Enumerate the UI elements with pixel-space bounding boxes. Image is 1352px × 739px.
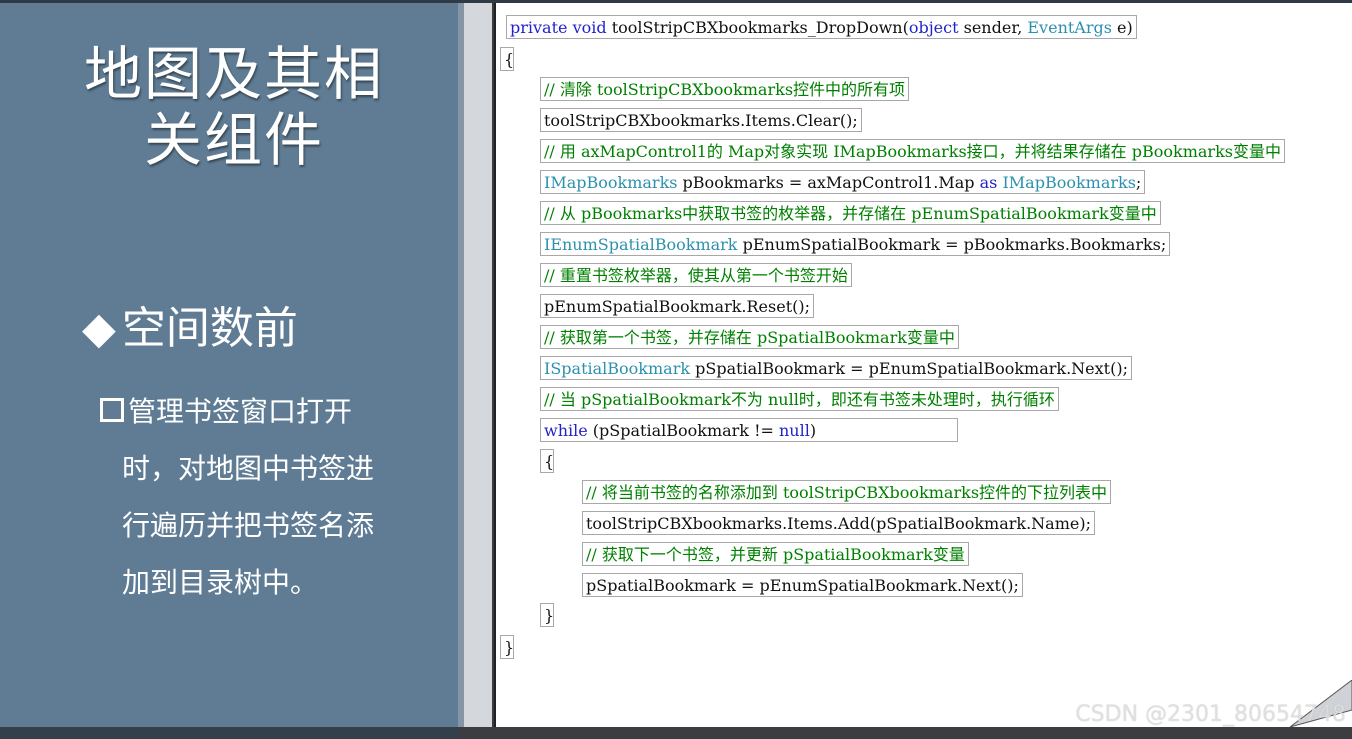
code-statement: pSpatialBookmark = pEnumSpatialBookmark.…	[582, 573, 1023, 597]
code-comment: // 将当前书签的名称添加到 toolStripCBXbookmarks控件的下…	[582, 480, 1112, 504]
code-keyword: null	[779, 421, 810, 440]
section-title: 空间数前	[121, 303, 298, 354]
code-close-brace: }	[500, 635, 514, 659]
bullet-line-1: 管理书签窗口打开	[100, 383, 420, 440]
bullet-line-3: 行遍历并把书签名添	[122, 509, 375, 542]
code-statement: toolStripCBXbookmarks.Items.Clear();	[540, 108, 862, 132]
code-text: )	[809, 421, 817, 440]
code-open-brace: {	[500, 47, 514, 71]
bullet-line-4: 加到目录树中。	[122, 566, 319, 599]
code-statement: IMapBookmarks pBookmarks = axMapControl1…	[540, 170, 1146, 194]
code-comment: // 清除 toolStripCBXbookmarks控件中的所有项	[540, 77, 910, 101]
code-while-statement: while (pSpatialBookmark != null)	[540, 418, 958, 442]
code-keyword: private	[510, 18, 568, 37]
code-statement: ISpatialBookmark pSpatialBookmark = pEnu…	[540, 356, 1132, 380]
code-comment: // 获取下一个书签，并更新 pSpatialBookmark变量	[582, 542, 969, 566]
code-type: IEnumSpatialBookmark	[544, 235, 738, 254]
code-type: EventArgs	[1027, 18, 1112, 37]
code-param-end: e)	[1111, 18, 1133, 37]
code-text: pSpatialBookmark = pEnumSpatialBookmark.…	[690, 359, 1128, 378]
code-text: ;	[1135, 173, 1142, 192]
bullet-line-2: 时，对地图中书签进	[122, 452, 375, 485]
code-statement: pEnumSpatialBookmark.Reset();	[540, 294, 815, 318]
code-comment: // 当 pSpatialBookmark不为 null时，即还有书签未处理时，…	[540, 387, 1059, 411]
code-text: pBookmarks = axMapControl1.Map	[677, 173, 980, 192]
slide-title-line1: 地图及其相	[83, 40, 384, 108]
bullet-paragraph: 管理书签窗口打开 时，对地图中书签进 行遍历并把书签名添 加到目录树中。	[100, 383, 420, 611]
code-type: ISpatialBookmark	[544, 359, 691, 378]
slide-title: 地图及其相 关组件	[54, 41, 414, 173]
slide-title-line2: 关组件	[143, 106, 324, 174]
code-statement: toolStripCBXbookmarks.Items.Add(pSpatial…	[582, 511, 1095, 535]
code-param: sender,	[958, 18, 1028, 37]
code-keyword: object	[908, 18, 959, 37]
code-keyword: void	[572, 18, 607, 37]
code-screenshot: private void toolStripCBXbookmarks_DropD…	[494, 3, 1352, 727]
diamond-bullet-icon: ◆	[82, 303, 116, 354]
code-text: (pSpatialBookmark !=	[587, 421, 779, 440]
code-method-signature: private void toolStripCBXbookmarks_DropD…	[506, 15, 1137, 39]
code-comment: // 从 pBookmarks中获取书签的枚举器，并存储在 pEnumSpati…	[540, 201, 1161, 225]
code-keyword: while	[544, 421, 588, 440]
bullet-line-1-text: 管理书签窗口打开	[128, 395, 353, 428]
code-comment: // 获取第一个书签，并存储在 pSpatialBookmark变量中	[540, 325, 959, 349]
code-text: pEnumSpatialBookmark = pBookmarks.Bookma…	[737, 235, 1167, 254]
square-bullet-icon	[100, 398, 124, 422]
code-comment: // 重置书签枚举器，使其从第一个书签开始	[540, 263, 852, 287]
code-gutter	[464, 3, 492, 727]
code-keyword: as	[979, 173, 998, 192]
code-statement: IEnumSpatialBookmark pEnumSpatialBookmar…	[540, 232, 1171, 256]
watermark-text: CSDN @2301_80654748	[1075, 702, 1346, 727]
code-type: IMapBookmarks	[1002, 173, 1136, 192]
code-comment: // 用 axMapControl1的 Map对象实现 IMapBookmark…	[540, 139, 1285, 163]
section-heading: ◆ 空间数前	[82, 299, 298, 359]
bottom-bar-accent	[0, 727, 458, 739]
code-method-name: toolStripCBXbookmarks_DropDown(	[606, 18, 909, 37]
code-type: IMapBookmarks	[544, 173, 678, 192]
code-inner-close-brace: }	[540, 603, 554, 627]
slide-left-panel: 地图及其相 关组件 ◆ 空间数前 管理书签窗口打开 时，对地图中书签进 行遍历并把…	[0, 3, 458, 727]
code-inner-open-brace: {	[540, 449, 554, 473]
